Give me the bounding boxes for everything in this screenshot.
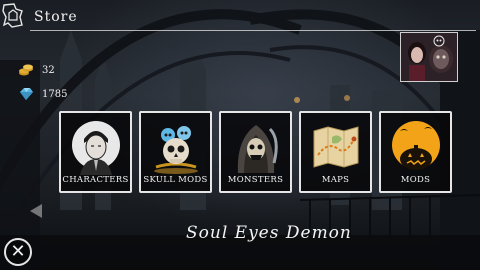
close-button[interactable]: ✕ [4,238,32,266]
page-title: Store [34,9,78,25]
map-icon [313,126,359,168]
store-card-mods[interactable]: Mods [379,111,452,193]
store-card-label: Monsters [227,175,284,185]
gold-coins-icon [19,64,33,76]
store-card-skull-mods[interactable]: Skull Mods [139,111,212,193]
store-card-label: Characters [62,175,129,185]
gold-currency: 32 [18,63,55,77]
close-icon: ✕ [10,241,26,262]
monster-icon [237,125,278,173]
player-avatar[interactable] [400,32,458,82]
gold-amount: 32 [42,64,55,76]
skulls-icon [154,126,198,174]
header-divider [30,30,476,31]
store-card-characters[interactable]: Characters [59,111,132,193]
store-card-label: Skull Mods [143,175,208,185]
gem-amount: 1785 [42,88,68,100]
header-bar: Store [0,0,480,36]
home-icon[interactable] [2,3,24,29]
pumpkin-icon [392,121,440,170]
selected-item-name: Soul Eyes Demon [186,223,352,243]
previous-arrow-icon[interactable] [30,204,42,218]
character-icon [72,121,120,175]
store-card-monsters[interactable]: Monsters [219,111,292,193]
store-card-maps[interactable]: Maps [299,111,372,193]
gem-icon [20,88,33,100]
store-card-label: Mods [400,175,431,185]
store-card-label: Maps [321,175,350,185]
gem-currency: 1785 [18,87,67,101]
